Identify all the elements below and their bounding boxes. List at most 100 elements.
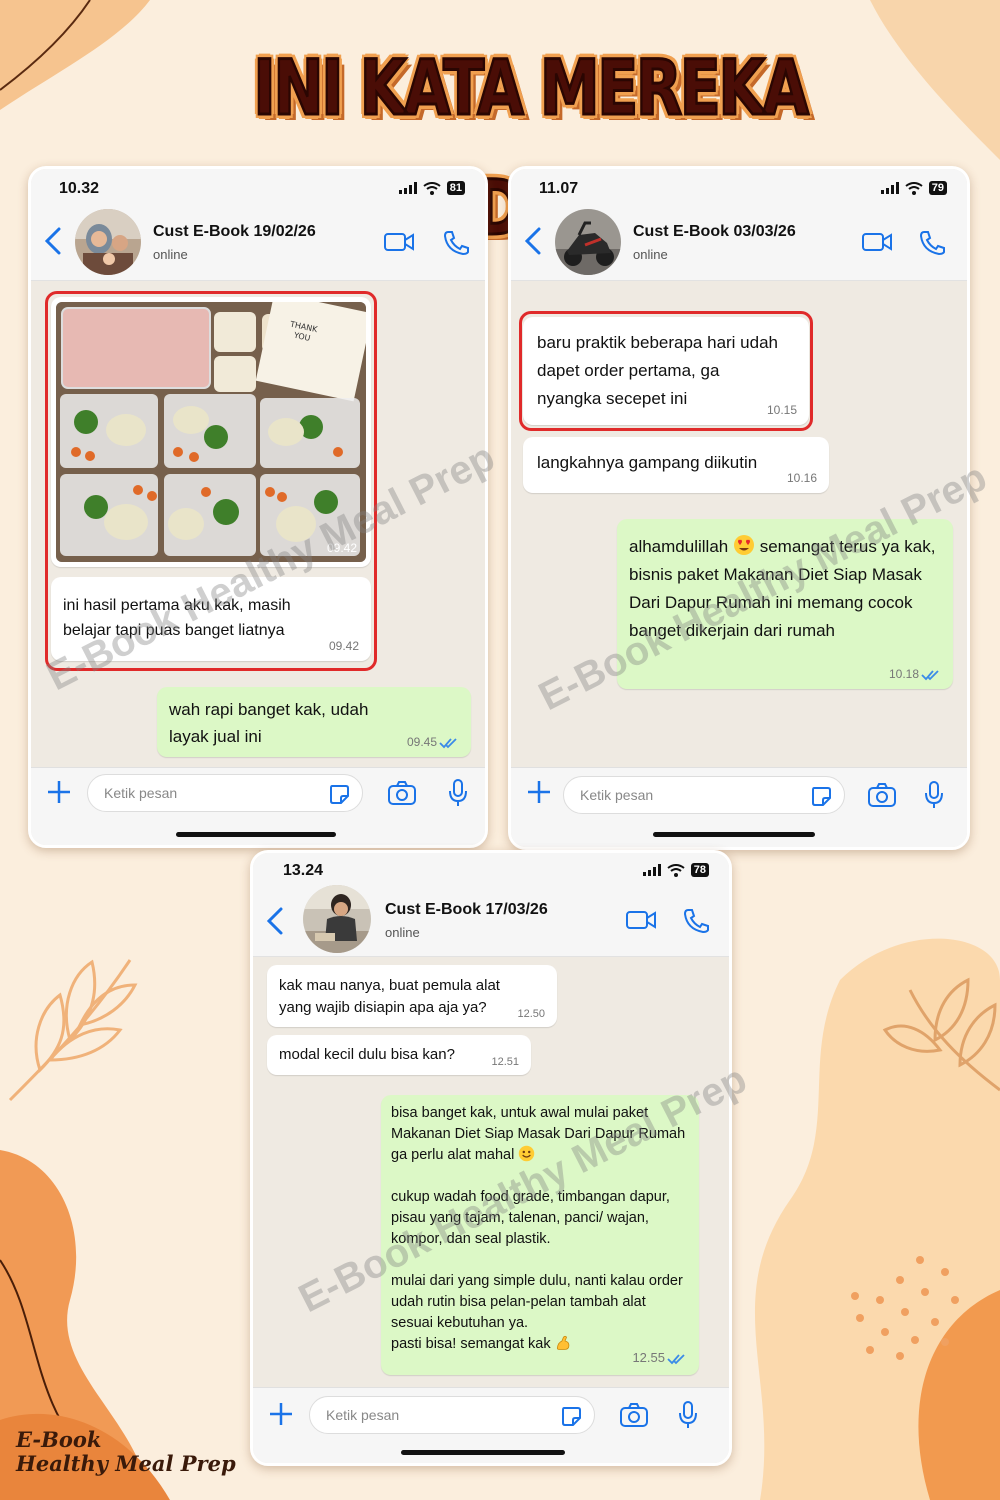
chat-body: baru praktik beberapa hari udah dapet or…	[511, 281, 967, 767]
sticker-icon[interactable]	[560, 1405, 582, 1427]
contact-status: online	[385, 925, 420, 940]
phone-call-icon[interactable]	[441, 229, 473, 255]
plus-icon[interactable]	[45, 778, 73, 806]
message-time: 12.50	[517, 1008, 545, 1020]
phone-call-icon[interactable]	[681, 907, 713, 933]
plus-icon[interactable]	[267, 1400, 295, 1428]
message-bubble[interactable]: bisa banget kak, untuk awal mulai paket …	[381, 1095, 699, 1375]
message-bubble[interactable]: wah rapi banget kak, udah layak jual ini…	[157, 687, 471, 757]
sticker-icon[interactable]	[328, 783, 350, 805]
signal-icon	[880, 182, 899, 194]
brand-line-1: E-Book	[16, 1427, 102, 1452]
status-time: 11.07	[539, 180, 579, 197]
battery-icon: 78	[690, 863, 709, 877]
sticker-icon[interactable]	[810, 785, 832, 807]
message-bubble[interactable]: baru praktik beberapa hari udah dapet or…	[523, 317, 809, 425]
chat-header: Cust E-Book 17/03/26 online	[253, 885, 729, 957]
wifi-icon	[667, 863, 685, 877]
flexed-biceps-emoji-icon	[556, 1335, 569, 1350]
video-call-icon[interactable]	[861, 229, 893, 255]
signal-icon	[642, 864, 661, 876]
message-bubble[interactable]: modal kecil dulu bisa kan? 12.51	[267, 1035, 531, 1075]
microphone-icon[interactable]	[677, 1400, 699, 1430]
camera-icon[interactable]	[387, 780, 417, 806]
message-text: cukup wadah food grade, timbangan dapur,…	[391, 1189, 670, 1247]
message-input[interactable]: Ketik pesan	[563, 776, 845, 814]
message-input-bar: Ketik pesan	[511, 767, 967, 847]
chat-header: Cust E-Book 03/03/26 online	[511, 205, 967, 281]
family-photo-avatar-icon	[75, 209, 141, 275]
back-chevron-icon[interactable]	[521, 225, 545, 257]
back-chevron-icon[interactable]	[41, 225, 65, 257]
video-call-icon[interactable]	[625, 907, 657, 933]
message-text: wah rapi banget kak, udah layak jual ini	[169, 700, 369, 746]
plus-icon[interactable]	[525, 778, 553, 806]
chat-screenshot-2: 11.07 79 Cust E-Book 03/03/26 online bar…	[508, 166, 970, 850]
message-time: 12.51	[491, 1056, 519, 1068]
woman-cooking-photo-avatar-icon	[303, 885, 371, 953]
message-input[interactable]: Ketik pesan	[309, 1396, 595, 1434]
message-text: baru praktik beberapa hari udah dapet or…	[537, 333, 778, 408]
message-time: 09.42	[328, 639, 359, 653]
message-text: alhamdulillah semangat terus ya kak, bis…	[629, 533, 943, 645]
battery-icon: 79	[928, 181, 947, 195]
message-text: bisa banget kak, untuk awal mulai paket …	[391, 1105, 686, 1163]
back-chevron-icon[interactable]	[263, 905, 287, 937]
message-text: mulai dari yang simple dulu, nanti kalau…	[391, 1273, 683, 1331]
chat-screenshot-1: 10.32 81 Cust E-Book 19/02/26 online THA…	[28, 166, 488, 848]
contact-name: Cust E-Book 17/03/26	[385, 901, 548, 918]
contact-avatar[interactable]	[555, 209, 621, 275]
message-input[interactable]: Ketik pesan	[87, 774, 363, 812]
phone-call-icon[interactable]	[917, 229, 949, 255]
smile-emoji-icon	[519, 1145, 535, 1162]
contact-name: Cust E-Book 03/03/26	[633, 223, 796, 240]
home-indicator	[176, 832, 336, 837]
message-text: modal kecil dulu bisa kan?	[279, 1046, 455, 1063]
chat-body: THANK YOU 09.42 ini hasil pertama aku ka…	[31, 281, 485, 767]
input-placeholder: Ketik pesan	[580, 787, 654, 803]
chat-body: kak mau nanya, buat pemula alat yang waj…	[253, 957, 729, 1387]
message-bubble[interactable]: alhamdulillah semangat terus ya kak, bis…	[617, 519, 953, 689]
wifi-icon	[905, 181, 923, 195]
message-input-bar: Ketik pesan	[31, 767, 485, 845]
contact-avatar[interactable]	[303, 885, 371, 953]
message-time: 10.18	[889, 667, 941, 681]
contact-status: online	[153, 247, 188, 262]
home-indicator	[401, 1450, 565, 1455]
message-time: 10.15	[766, 403, 797, 417]
message-bubble[interactable]: kak mau nanya, buat pemula alat yang waj…	[267, 965, 557, 1027]
microphone-icon[interactable]	[923, 780, 945, 810]
message-time: 09.42	[326, 541, 357, 555]
input-placeholder: Ketik pesan	[104, 785, 178, 801]
contact-name: Cust E-Book 19/02/26	[153, 223, 316, 240]
battery-icon: 81	[446, 181, 465, 195]
contact-status: online	[633, 247, 668, 262]
message-text: kak mau nanya, buat pemula alat yang waj…	[279, 977, 500, 1016]
read-ticks-icon	[439, 738, 457, 749]
status-bar: 10.32 81	[31, 169, 485, 205]
message-time: 09.45	[407, 735, 459, 749]
status-bar: 13.24 78	[253, 853, 729, 889]
meal-prep-boxes-photo-icon: THANK YOU	[56, 292, 373, 562]
message-bubble[interactable]: ini hasil pertama aku kak, masih belajar…	[51, 577, 371, 661]
status-time: 10.32	[59, 180, 100, 197]
contact-avatar[interactable]	[75, 209, 141, 275]
scooter-photo-avatar-icon	[555, 209, 621, 275]
home-indicator	[653, 832, 815, 837]
video-call-icon[interactable]	[383, 229, 415, 255]
microphone-icon[interactable]	[447, 778, 469, 808]
camera-icon[interactable]	[619, 1402, 649, 1428]
message-time: 10.16	[786, 471, 817, 485]
heart-eyes-emoji-icon	[733, 535, 754, 555]
camera-icon[interactable]	[867, 782, 897, 808]
chat-header: Cust E-Book 19/02/26 online	[31, 205, 485, 281]
input-placeholder: Ketik pesan	[326, 1407, 400, 1423]
wifi-icon	[423, 181, 441, 195]
message-input-bar: Ketik pesan	[253, 1387, 729, 1463]
message-time: 12.55	[632, 1351, 687, 1365]
read-ticks-icon	[667, 1353, 685, 1364]
message-bubble[interactable]: langkahnya gampang diikutin 10.16	[523, 437, 829, 493]
message-text: langkahnya gampang diikutin	[537, 453, 758, 472]
image-message-bubble[interactable]: THANK YOU 09.42	[51, 292, 373, 567]
signal-icon	[398, 182, 417, 194]
